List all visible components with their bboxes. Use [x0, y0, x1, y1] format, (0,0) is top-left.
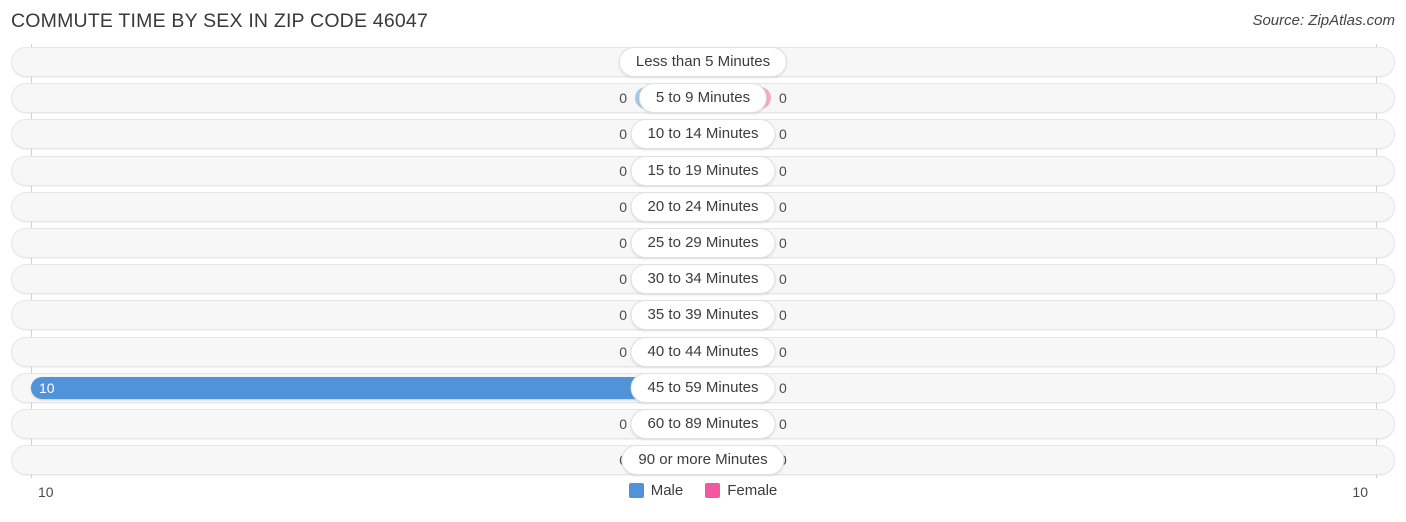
value-label-female: 0 — [779, 162, 787, 179]
value-label-female: 0 — [779, 415, 787, 432]
category-label-pill[interactable]: 5 to 9 Minutes — [638, 83, 768, 114]
source-attribution: Source: ZipAtlas.com — [1252, 12, 1395, 29]
bar-row[interactable]: 0 0 10 to 14 Minutes — [0, 116, 1406, 152]
category-label-pill[interactable]: 30 to 34 Minutes — [630, 264, 776, 295]
category-label-pill[interactable]: 35 to 39 Minutes — [630, 300, 776, 331]
bar-row[interactable]: 0090 or more Minutes — [0, 442, 1406, 478]
value-label-male: 0 — [619, 415, 627, 432]
category-label-pill[interactable]: 45 to 59 Minutes — [630, 372, 776, 403]
value-label-male: 0 — [619, 343, 627, 360]
value-label-male: 0 — [619, 198, 627, 215]
value-label-male: 0 — [619, 162, 627, 179]
bar-row[interactable]: 0 0 40 to 44 Minutes — [0, 334, 1406, 370]
value-label-male: 0 — [619, 90, 627, 107]
value-label-male: 0 — [619, 271, 627, 288]
value-label-female: 0 — [779, 379, 787, 396]
chart-footer: 10 10 Male Female — [0, 478, 1406, 522]
chart-plot-area: 00Less than 5 Minutes005 to 9 Minutes001… — [0, 44, 1406, 478]
legend-item-female[interactable]: Female — [705, 482, 777, 499]
category-label-pill[interactable]: 20 to 24 Minutes — [630, 191, 776, 222]
value-label-female: 0 — [779, 343, 787, 360]
bar-male[interactable] — [31, 376, 703, 399]
legend-label-male: Male — [650, 482, 684, 499]
bar-row[interactable]: 0 0 5 to 9 Minutes — [0, 80, 1406, 116]
value-label-female: 0 — [779, 198, 787, 215]
category-label-pill[interactable]: Less than 5 Minutes — [618, 47, 788, 77]
value-label-male: 10 — [39, 379, 55, 396]
bar-row[interactable]: 00Less than 5 Minutes — [0, 44, 1406, 80]
chart-legend: Male Female — [0, 482, 1406, 499]
bar-row[interactable]: 0 0 15 to 19 Minutes — [0, 153, 1406, 189]
bar-row[interactable]: 0 0 35 to 39 Minutes — [0, 297, 1406, 333]
legend-label-female: Female — [727, 482, 778, 499]
legend-swatch-male-icon — [628, 483, 644, 498]
value-label-female: 0 — [779, 234, 787, 251]
value-label-male: 0 — [619, 234, 627, 251]
chart-header: COMMUTE TIME BY SEX IN ZIP CODE 46047 So… — [0, 0, 1406, 44]
value-label-male: 0 — [619, 126, 627, 143]
category-label-pill[interactable]: 25 to 29 Minutes — [630, 227, 776, 258]
bar-row[interactable]: 0 0 25 to 29 Minutes — [0, 225, 1406, 261]
category-label-pill[interactable]: 90 or more Minutes — [621, 445, 785, 476]
value-label-female: 0 — [779, 271, 787, 288]
bar-row[interactable]: 0 0 30 to 34 Minutes — [0, 261, 1406, 297]
page-title: COMMUTE TIME BY SEX IN ZIP CODE 46047 — [11, 10, 429, 32]
category-label-pill[interactable]: 40 to 44 Minutes — [630, 336, 776, 367]
bar-row[interactable]: 0 0 20 to 24 Minutes — [0, 189, 1406, 225]
value-label-female: 0 — [779, 126, 787, 143]
bar-row[interactable]: 10 0 45 to 59 Minutes — [0, 370, 1406, 406]
value-label-male: 0 — [619, 307, 627, 324]
category-label-pill[interactable]: 10 to 14 Minutes — [630, 119, 776, 150]
bar-row-list: 00Less than 5 Minutes005 to 9 Minutes001… — [0, 44, 1406, 478]
value-label-female: 0 — [779, 90, 787, 107]
bar-row[interactable]: 0 0 60 to 89 Minutes — [0, 406, 1406, 442]
category-label-pill[interactable]: 60 to 89 Minutes — [630, 408, 776, 439]
legend-swatch-female-icon — [705, 483, 721, 498]
value-label-female: 0 — [779, 307, 787, 324]
legend-item-male[interactable]: Male — [628, 482, 684, 499]
category-label-pill[interactable]: 15 to 19 Minutes — [630, 155, 776, 186]
